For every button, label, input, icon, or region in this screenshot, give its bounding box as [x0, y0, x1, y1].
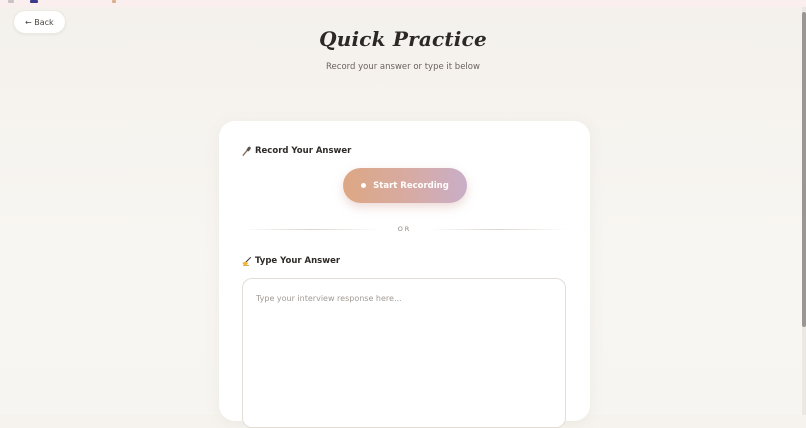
divider-or-text: OR — [397, 225, 412, 233]
or-divider: OR — [242, 224, 568, 234]
microphone-icon — [242, 146, 252, 156]
page-subtitle: Record your answer or type it below — [326, 62, 480, 72]
scrollbar-thumb[interactable] — [802, 12, 806, 327]
type-section-heading: Type Your Answer — [242, 256, 340, 266]
tab-indicator — [30, 0, 38, 3]
record-dot-icon — [361, 183, 367, 188]
divider-line-right — [429, 228, 568, 230]
page-title: Quick Practice — [319, 27, 487, 51]
record-section-label: Record Your Answer — [255, 146, 352, 156]
start-recording-button[interactable]: Start Recording — [343, 168, 467, 203]
record-section-heading: Record Your Answer — [242, 146, 351, 156]
writing-hand-icon — [242, 256, 252, 266]
back-button-label: ← Back — [25, 17, 54, 27]
practice-card: Record Your Answer Start Recording OR Ty… — [219, 121, 590, 428]
type-section-label: Type Your Answer — [255, 256, 341, 266]
start-recording-label: Start Recording — [373, 180, 449, 191]
page-container: ← Back Quick Practice Record your answer… — [0, 7, 802, 428]
tab-indicator — [112, 0, 116, 3]
page-scrollbar[interactable] — [802, 7, 806, 415]
tab-indicator — [8, 0, 14, 3]
answer-textarea[interactable] — [242, 278, 566, 428]
divider-line-left — [242, 228, 380, 230]
